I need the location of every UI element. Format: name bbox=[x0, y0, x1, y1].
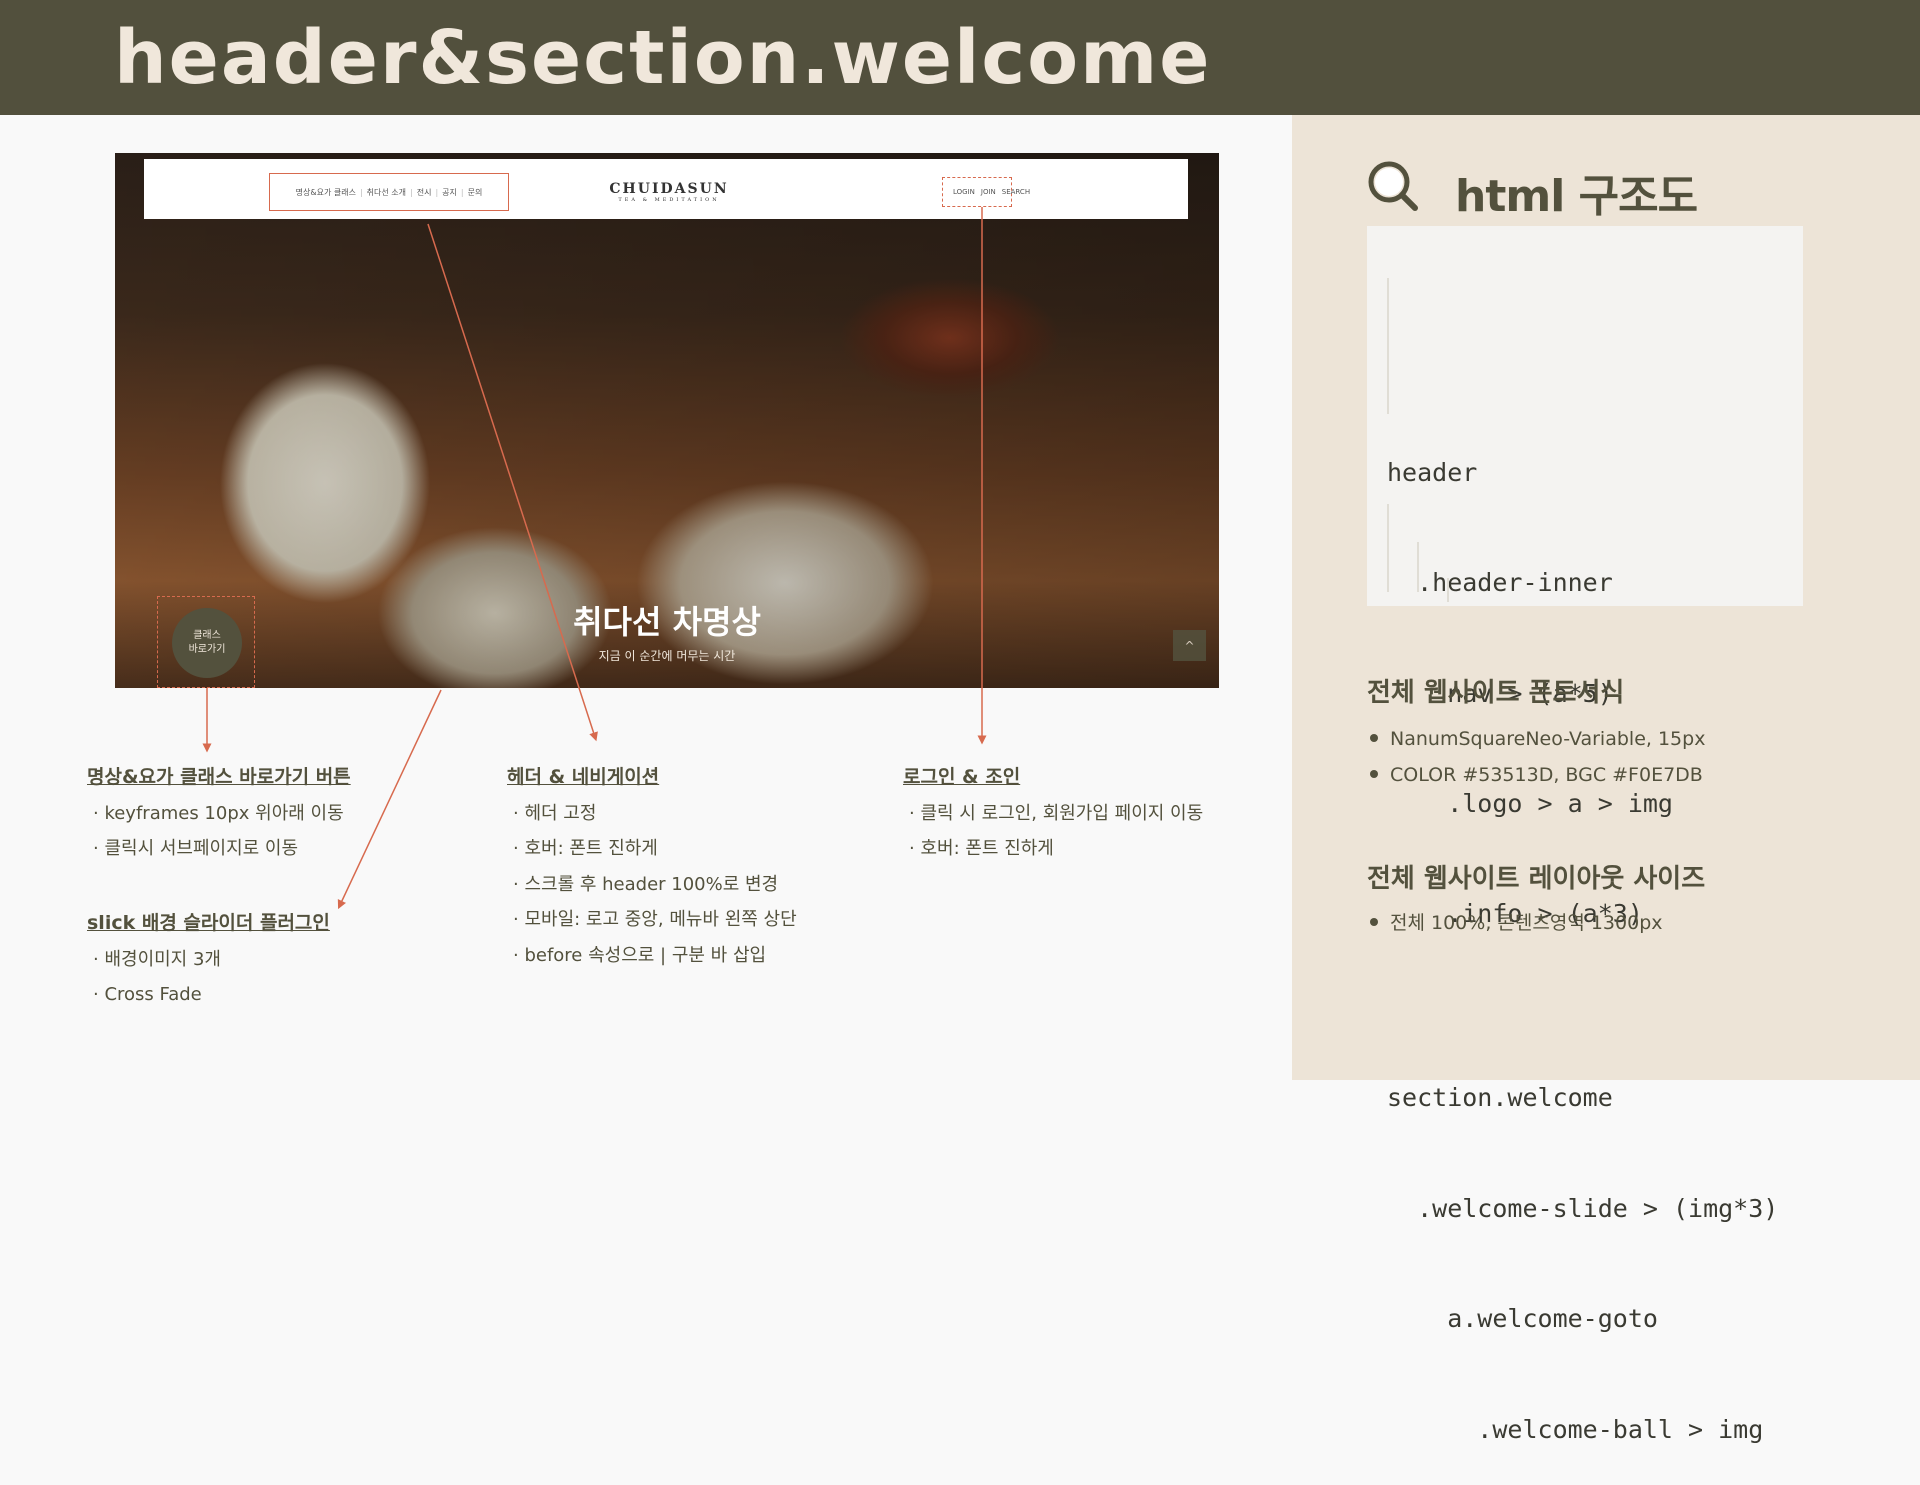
hero-title: 취다선 차명상 bbox=[573, 603, 761, 641]
class-shortcut-ball[interactable]: 클래스 바로가기 bbox=[172, 608, 242, 678]
panel-title: html 구조도 bbox=[1455, 171, 1698, 222]
layout-heading: 전체 웹사이트 레이아웃 사이즈 bbox=[1367, 864, 1706, 894]
login-link[interactable]: LOGIN bbox=[953, 188, 975, 196]
note-item: · keyframes 10px 위아래 이동 bbox=[93, 802, 344, 824]
note-slick: slick 배경 슬라이더 플러그인 · 배경이미지 3개 · Cross Fa… bbox=[87, 906, 330, 1013]
note-heading: 로그인 & 조인 bbox=[903, 766, 1021, 788]
scroll-top-button[interactable]: ^ bbox=[1173, 630, 1206, 661]
ball-line2: 바로가기 bbox=[188, 644, 226, 655]
nav-item[interactable]: 전시 bbox=[417, 187, 432, 198]
note-heading: 헤더 & 네비게이션 bbox=[507, 766, 660, 788]
nav-item[interactable]: 공지 bbox=[442, 187, 457, 198]
note-item: · 헤더 고정 bbox=[513, 802, 597, 824]
nav-item[interactable]: 취다선 소개 bbox=[367, 187, 406, 198]
note-ball: 명상&요가 클래스 바로가기 버튼 · keyframes 10px 위아래 이… bbox=[87, 760, 351, 867]
nav-item[interactable]: 명상&요가 클래스 bbox=[296, 187, 356, 198]
title-bar: header&section.welcome bbox=[0, 0, 1920, 115]
code-line: section.welcome bbox=[1387, 1083, 1613, 1113]
page-title: header&section.welcome bbox=[114, 15, 1212, 101]
font-item: COLOR #53513D, BGC #F0E7DB bbox=[1370, 757, 1703, 793]
website-mockup: 명상&요가 클래스 | 취다선 소개 | 전시 | 공지 | 문의 CHUIDASUN … bbox=[115, 153, 1219, 688]
note-item: · before 속성으로 | 구분 바 삽입 bbox=[513, 944, 767, 966]
ball-line1: 클래스 bbox=[193, 630, 221, 641]
note-item: · 클릭시 서브페이지로 이동 bbox=[93, 838, 299, 859]
nav-item[interactable]: 문의 bbox=[468, 187, 483, 198]
code-line: header bbox=[1387, 457, 1478, 487]
search-icon bbox=[1368, 161, 1418, 211]
mock-logo[interactable]: CHUIDASUN TEA & MEDITATION bbox=[609, 181, 729, 203]
note-item: · 클릭 시 로그인, 회원가입 페이지 이동 bbox=[909, 802, 1204, 824]
note-heading: slick 배경 슬라이더 플러그인 bbox=[87, 912, 330, 934]
mock-nav: 명상&요가 클래스 | 취다선 소개 | 전시 | 공지 | 문의 bbox=[269, 173, 509, 211]
note-item: · 모바일: 로고 중앙, 메뉴바 왼쪽 상단 bbox=[513, 909, 797, 930]
note-item: · 배경이미지 3개 bbox=[93, 948, 221, 970]
font-item: NanumSquareNeo-Variable, 15px bbox=[1370, 721, 1705, 757]
mock-info: LOGIN JOIN SEARCH bbox=[942, 177, 1030, 207]
logo-main: CHUIDASUN bbox=[609, 181, 729, 197]
note-heading: 명상&요가 클래스 바로가기 버튼 bbox=[87, 766, 351, 788]
code-line: .header-inner bbox=[1387, 568, 1613, 598]
code-line: .welcome-ball > img bbox=[1387, 1414, 1764, 1444]
mock-header: 명상&요가 클래스 | 취다선 소개 | 전시 | 공지 | 문의 CHUIDASUN … bbox=[144, 159, 1188, 219]
note-header: 헤더 & 네비게이션 · 헤더 고정 · 호버: 폰트 진하게 · 스크롤 후 … bbox=[507, 760, 797, 973]
note-item: · 호버: 폰트 진하게 bbox=[513, 838, 658, 859]
font-heading: 전체 웹사이트 폰트서식 bbox=[1367, 678, 1625, 708]
note-item: · 스크롤 후 header 100%로 변경 bbox=[513, 873, 779, 895]
note-item: · 호버: 폰트 진하게 bbox=[909, 838, 1054, 859]
layout-item: 전체 100%, 콘텐츠영역 1300px bbox=[1370, 905, 1663, 941]
code-line: a.welcome-goto bbox=[1387, 1304, 1658, 1334]
note-login: 로그인 & 조인 · 클릭 시 로그인, 회원가입 페이지 이동 · 호버: 폰… bbox=[903, 760, 1203, 867]
hero-subtitle: 지금 이 순간에 머무는 시간 bbox=[598, 649, 736, 663]
html-structure-code: header .header-inner nav > (a*5) .logo >… bbox=[1367, 226, 1803, 1444]
note-item: · Cross Fade bbox=[93, 984, 202, 1005]
code-line: .welcome-slide > (img*3) bbox=[1387, 1193, 1779, 1223]
slick-arrow bbox=[337, 689, 442, 910]
search-link[interactable]: SEARCH bbox=[1002, 188, 1030, 196]
logo-sub: TEA & MEDITATION bbox=[618, 197, 720, 203]
join-link[interactable]: JOIN bbox=[981, 188, 996, 196]
